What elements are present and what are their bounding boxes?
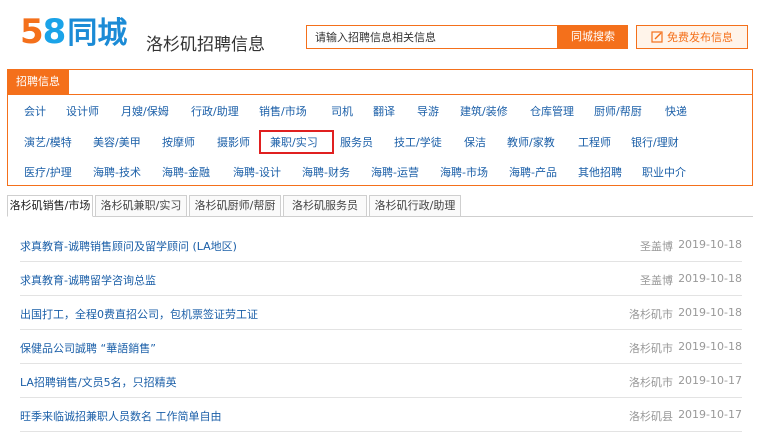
post-info-label: 免费发布信息	[667, 31, 733, 44]
category-link[interactable]: 海聘-运营	[371, 164, 419, 180]
category-link[interactable]: 翻译	[373, 103, 395, 119]
listing-location: 圣盖博	[640, 274, 673, 287]
listing-date: 2019-10-18	[678, 306, 742, 319]
tab-waiter[interactable]: 洛杉矶服务员	[283, 195, 367, 217]
category-link[interactable]: 海聘-金融	[162, 164, 210, 180]
listing-title[interactable]: 出国打工，全程0费直招公司，包机票签证劳工证	[20, 306, 258, 322]
search-button[interactable]: 同城搜索	[558, 25, 628, 49]
category-link[interactable]: 摄影师	[217, 134, 250, 150]
listing-date: 2019-10-17	[678, 408, 742, 421]
tab-parttime-intern[interactable]: 洛杉矶兼职/实习	[95, 195, 187, 217]
page-title: 洛杉矶招聘信息	[146, 35, 265, 55]
category-link[interactable]: 厨师/帮厨	[594, 103, 642, 119]
logo-digit-8: 8	[42, 12, 67, 52]
listing-title[interactable]: 求真教育-诚聘留学咨询总监	[20, 272, 156, 288]
category-link[interactable]: 建筑/装修	[460, 103, 508, 119]
listing-location: 圣盖博	[640, 240, 673, 253]
category-link[interactable]: 海聘-设计	[233, 164, 281, 180]
listing-location: 洛杉矶市	[629, 376, 673, 389]
highlight-box	[259, 130, 334, 154]
category-link[interactable]: 海聘-市场	[440, 164, 488, 180]
listing-row[interactable]: LA招聘销售/文员5名，只招精英 洛杉矶市 2019-10-17	[20, 365, 742, 398]
listing-row[interactable]: 求真教育-诚聘留学咨询总监 圣盖博 2019-10-18	[20, 263, 742, 296]
category-link[interactable]: 美容/美甲	[93, 134, 141, 150]
category-link[interactable]: 行政/助理	[191, 103, 239, 119]
listing-title[interactable]: 旺季来临诚招兼职人员数名 工作简单自由	[20, 408, 222, 424]
listing-row[interactable]: 旺季来临诚招兼职人员数名 工作简单自由 洛杉矶县 2019-10-17	[20, 399, 742, 432]
site-logo[interactable]: 5 8 同城	[20, 12, 127, 52]
post-info-button[interactable]: 免费发布信息	[636, 25, 748, 49]
category-link[interactable]: 海聘-技术	[93, 164, 141, 180]
tab-admin-assistant[interactable]: 洛杉矶行政/助理	[369, 195, 461, 217]
category-link[interactable]: 设计师	[66, 103, 99, 119]
category-link[interactable]: 海聘-财务	[302, 164, 350, 180]
category-link[interactable]: 导游	[417, 103, 439, 119]
site-header: 5 8 同城 洛杉矶招聘信息 同城搜索 免费发布信息	[0, 0, 760, 66]
tab-sales-marketing[interactable]: 洛杉矶销售/市场	[7, 195, 93, 217]
logo-digit-5: 5	[20, 12, 44, 52]
edit-icon	[651, 31, 663, 43]
tab-job-info[interactable]: 招聘信息	[7, 69, 69, 94]
listing-title[interactable]: 保健品公司誠聘 “華語銷售”	[20, 340, 156, 356]
category-link[interactable]: 月嫂/保姆	[121, 103, 169, 119]
tab-chef-helper[interactable]: 洛杉矶厨师/帮厨	[189, 195, 281, 217]
listing-date: 2019-10-17	[678, 374, 742, 387]
search-input[interactable]	[306, 25, 558, 49]
listing-row[interactable]: 保健品公司誠聘 “華語銷售” 洛杉矶市 2019-10-18	[20, 331, 742, 364]
category-link[interactable]: 演艺/模特	[24, 134, 72, 150]
listing-date: 2019-10-18	[678, 340, 742, 353]
category-link[interactable]: 教师/家教	[507, 134, 555, 150]
listing-date: 2019-10-18	[678, 272, 742, 285]
category-link[interactable]: 职业中介	[642, 164, 686, 180]
category-header: 招聘信息	[7, 69, 753, 95]
listing-title[interactable]: 求真教育-诚聘销售顾问及留学顾问 (LA地区)	[20, 238, 237, 254]
category-link[interactable]: 销售/市场	[259, 103, 307, 119]
category-link[interactable]: 司机	[331, 103, 353, 119]
logo-text: 同城	[67, 16, 128, 51]
listing-location: 洛杉矶县	[629, 410, 673, 423]
category-link[interactable]: 服务员	[340, 134, 373, 150]
listing-location: 洛杉矶市	[629, 308, 673, 321]
category-link[interactable]: 银行/理财	[631, 134, 679, 150]
category-link[interactable]: 工程师	[578, 134, 611, 150]
listing-row[interactable]: 出国打工，全程0费直招公司，包机票签证劳工证 洛杉矶市 2019-10-18	[20, 297, 742, 330]
category-link[interactable]: 会计	[24, 103, 46, 119]
listing-row[interactable]: 求真教育-诚聘销售顾问及留学顾问 (LA地区) 圣盖博 2019-10-18	[20, 229, 742, 262]
listing-title[interactable]: LA招聘销售/文员5名，只招精英	[20, 374, 177, 390]
listing-date: 2019-10-18	[678, 238, 742, 251]
category-link[interactable]: 仓库管理	[530, 103, 574, 119]
category-link[interactable]: 保洁	[464, 134, 486, 150]
category-link[interactable]: 快递	[665, 103, 687, 119]
category-link[interactable]: 医疗/护理	[24, 164, 72, 180]
category-link[interactable]: 按摩师	[162, 134, 195, 150]
listing-location: 洛杉矶市	[629, 342, 673, 355]
category-link[interactable]: 技工/学徒	[394, 134, 442, 150]
category-link[interactable]: 其他招聘	[578, 164, 622, 180]
category-link[interactable]: 海聘-产品	[509, 164, 557, 180]
